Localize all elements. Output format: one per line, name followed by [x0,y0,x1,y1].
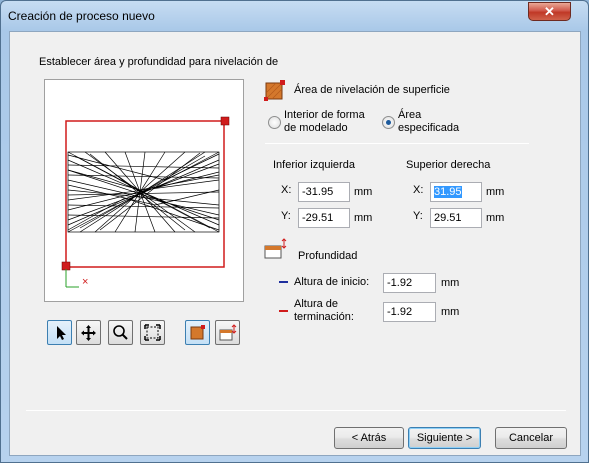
cancel-button[interactable]: Cancelar [495,427,567,449]
mesh-wireframe [67,151,220,233]
end-height-input[interactable]: -1.92 [383,302,436,322]
selected-text: 31.95 [434,186,462,198]
radio-model-interior-label[interactable]: Interior de forma de modelado [284,109,365,135]
lower-left-y-unit: mm [354,212,373,224]
surface-area-icon [264,79,286,101]
start-height-label: Altura de inicio: [294,276,370,288]
dialog-window: Creación de proceso nuevo ✕ Establecer á… [0,0,589,463]
lower-left-x-input[interactable]: -31.95 [298,182,350,202]
upper-right-x-label: X: [413,184,424,196]
radio-specified-area-label[interactable]: Área especificada [398,109,459,135]
back-button[interactable]: < Atrás [334,427,404,449]
fit-extents-icon [144,324,161,341]
end-height-color-key [279,310,288,312]
footer-separator [26,410,566,411]
upper-right-handle [220,116,230,126]
radio-specified-area[interactable] [382,116,395,129]
radio-model-interior[interactable] [268,116,281,129]
lower-left-title: Inferior izquierda [273,159,355,171]
next-button[interactable]: Siguiente > [408,427,481,449]
window-title: Creación de proceso nuevo [8,9,155,23]
start-height-color-key [279,281,288,283]
fit-view-button[interactable] [140,320,165,345]
page-heading: Establecer área y profundidad para nivel… [39,56,279,68]
preview-drawing: × [61,116,230,288]
depth-section-title: Profundidad [298,250,358,262]
start-height-unit: mm [441,277,460,289]
magnifier-icon [113,325,128,340]
start-height-input[interactable]: -1.92 [383,273,436,293]
pointer-icon [57,326,66,340]
selection-rectangle [65,120,225,268]
upper-right-y-label: Y: [413,210,423,222]
lower-left-y-label: Y: [281,210,291,222]
end-height-unit: mm [441,306,460,318]
move-icon [81,325,96,341]
select-tool-button[interactable] [47,320,72,345]
axis-marker: × [82,276,88,288]
area-mode-button[interactable] [185,320,210,345]
lower-left-handle [61,261,71,271]
depth-section-icon [264,238,288,260]
separator [265,143,529,144]
lower-left-x-unit: mm [354,186,373,198]
close-button[interactable]: ✕ [528,2,571,21]
upper-right-title: Superior derecha [406,159,491,171]
title-bar: Creación de proceso nuevo ✕ [1,1,588,31]
pan-tool-button[interactable] [76,320,101,345]
upper-right-y-input[interactable]: 29.51 [430,208,482,228]
upper-right-x-input[interactable]: 31.95 [430,182,482,202]
dialog-body: Establecer área y profundidad para nivel… [9,31,581,456]
area-section-title: Área de nivelación de superficie [294,84,450,96]
depth-icon [219,324,237,341]
preview-viewport[interactable]: × [44,79,244,302]
lower-left-x-label: X: [281,184,292,196]
depth-mode-button[interactable] [215,320,240,345]
zoom-tool-button[interactable] [108,320,133,345]
area-icon [190,325,205,340]
close-icon: ✕ [544,4,555,19]
lower-left-y-input[interactable]: -29.51 [298,208,350,228]
upper-right-x-unit: mm [486,186,505,198]
end-height-label: Altura de terminación: [294,298,354,323]
upper-right-y-unit: mm [486,212,505,224]
